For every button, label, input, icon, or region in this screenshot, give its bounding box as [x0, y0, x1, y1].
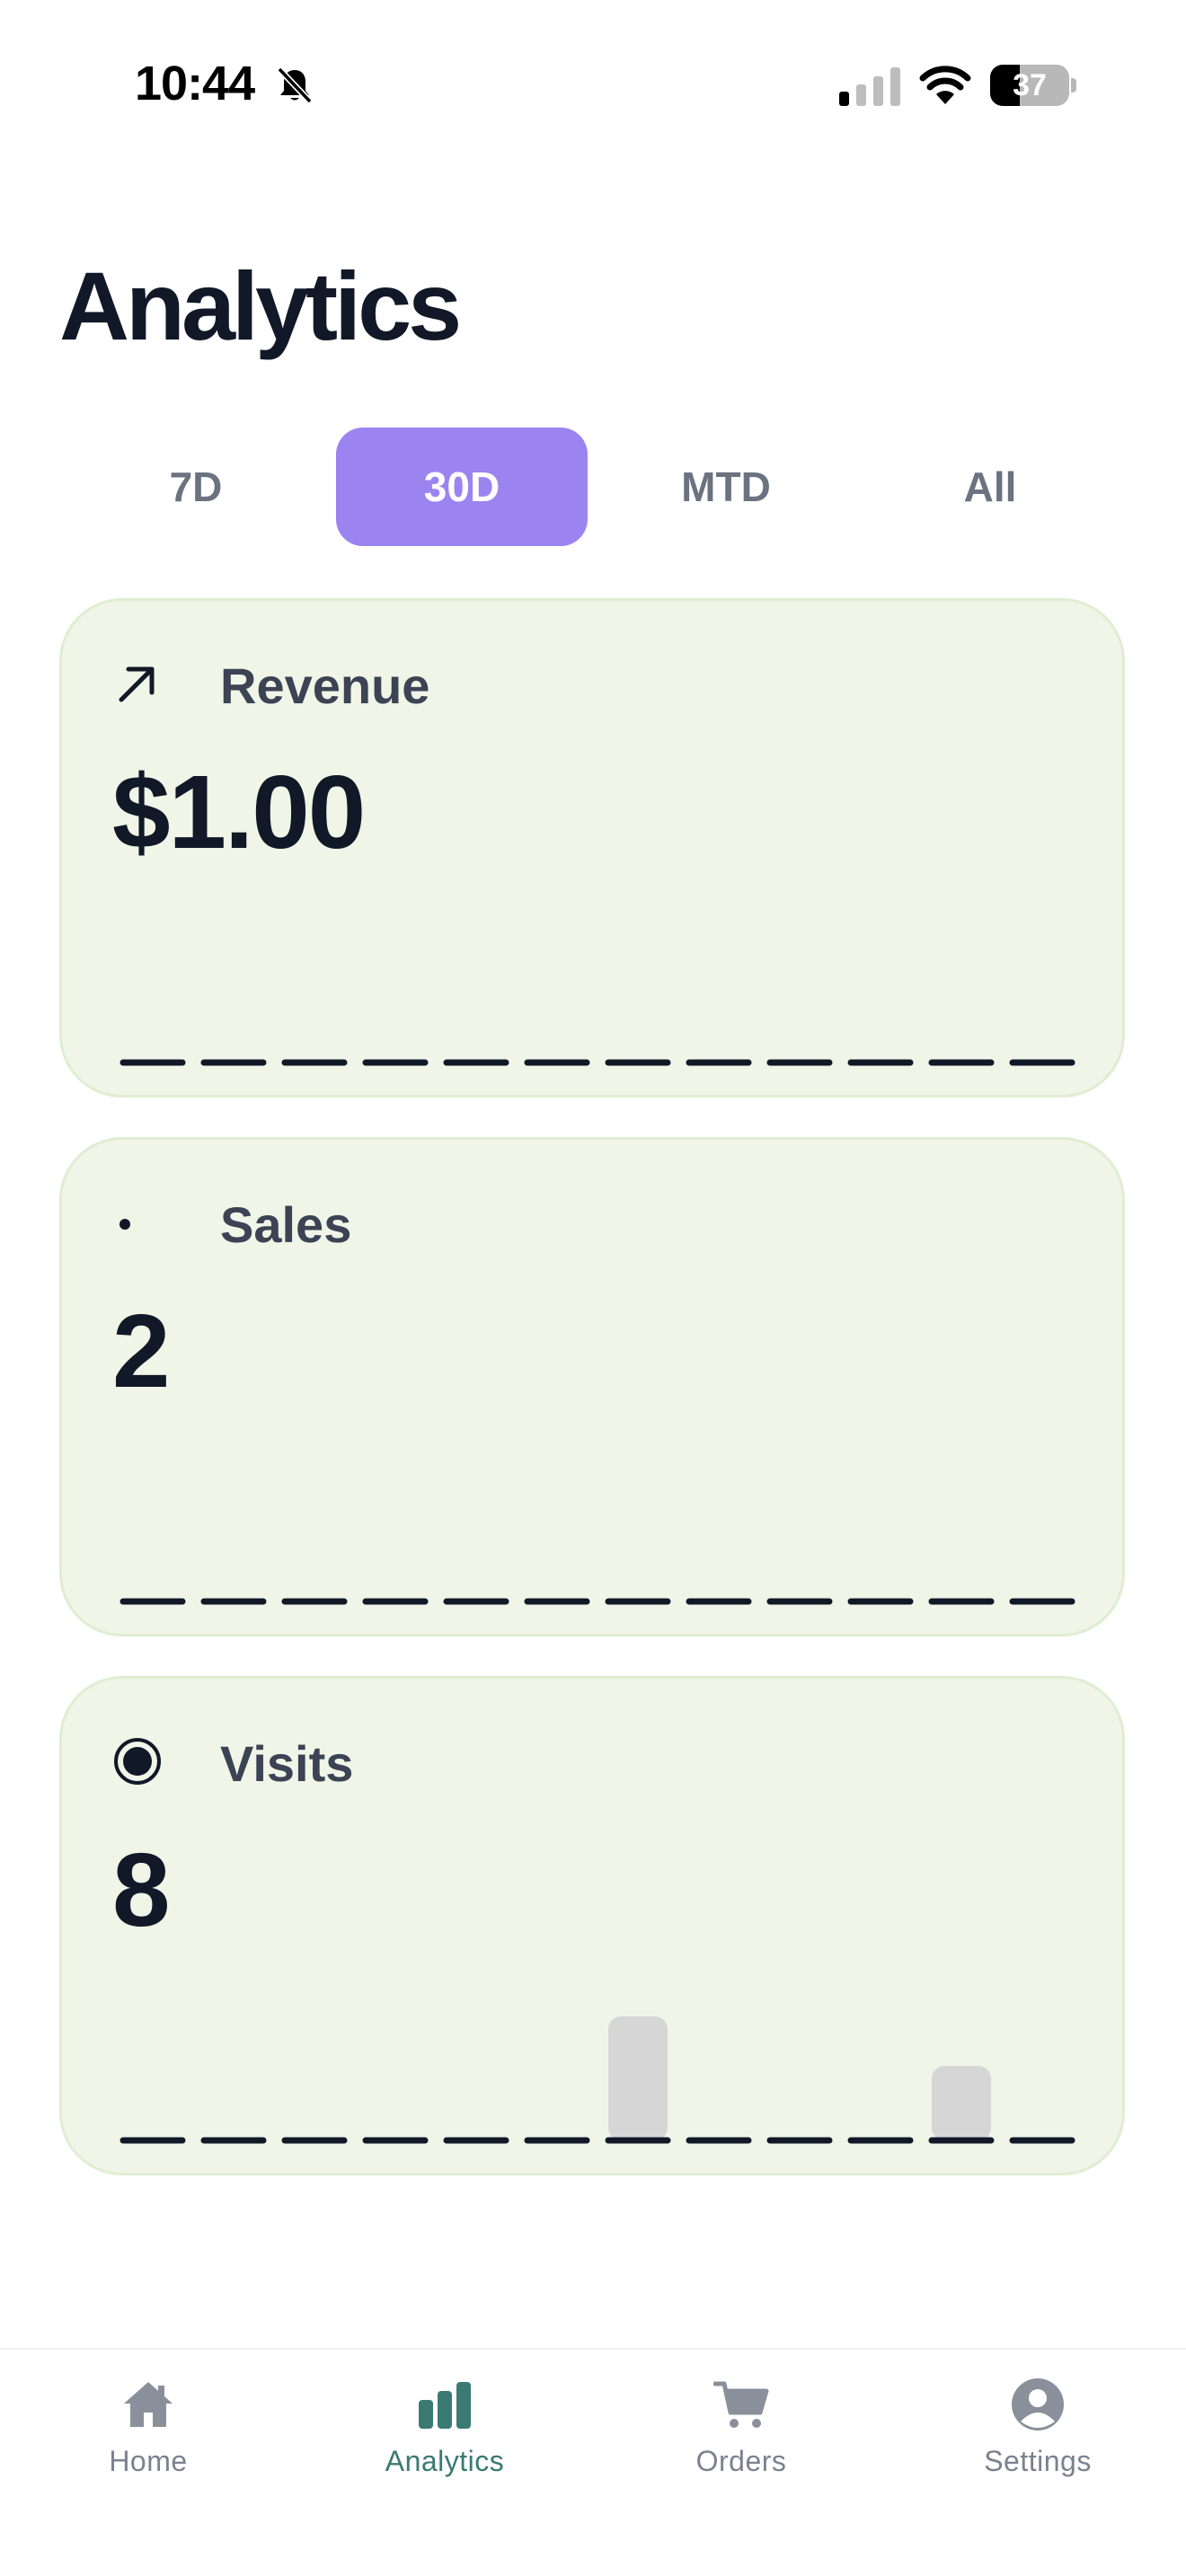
sales-label: Sales — [220, 1196, 352, 1253]
revenue-value: $1.00 — [112, 754, 366, 870]
nav-label-settings: Settings — [984, 2445, 1092, 2477]
bottom-nav: Home Analytics Orders Settings — [0, 2348, 1186, 2576]
battery-level: 37 — [1013, 68, 1047, 102]
bell-muted-icon — [277, 66, 313, 104]
cart-icon — [713, 2381, 769, 2428]
nav-item-settings[interactable]: Settings — [890, 2350, 1186, 2576]
chart-bar — [608, 2016, 668, 2140]
revenue-label: Revenue — [220, 657, 430, 714]
nav-item-home[interactable]: Home — [0, 2350, 296, 2576]
wifi-icon — [919, 66, 971, 104]
dot-icon — [119, 1219, 130, 1230]
nav-item-orders[interactable]: Orders — [593, 2350, 890, 2576]
visits-card[interactable]: Visits 8 — [59, 1676, 1125, 2175]
radio-target-icon — [114, 1738, 161, 1785]
cellular-signal-icon — [839, 67, 900, 106]
sales-spark-chart — [119, 1598, 1075, 1605]
status-bar: 10:44 37 — [0, 0, 1186, 171]
tab-all[interactable]: All — [864, 428, 1116, 546]
home-icon — [124, 2382, 173, 2427]
revenue-spark-chart — [119, 1059, 1075, 1066]
nav-label-analytics: Analytics — [385, 2445, 505, 2477]
tab-30d[interactable]: 30D — [336, 428, 588, 546]
battery-indicator: 37 — [990, 65, 1076, 106]
visits-spark-chart — [119, 2016, 1075, 2144]
revenue-card[interactable]: Revenue $1.00 — [59, 598, 1125, 1098]
nav-label-orders: Orders — [695, 2445, 787, 2477]
nav-item-analytics[interactable]: Analytics — [296, 2350, 593, 2576]
page-title: Analytics — [59, 251, 462, 360]
range-tabs: 7D 30D MTD All — [66, 428, 1120, 546]
tab-mtd[interactable]: MTD — [600, 428, 852, 546]
arrow-up-right-icon — [119, 666, 155, 702]
visits-value: 8 — [112, 1831, 171, 1948]
nav-label-home: Home — [109, 2445, 188, 2477]
visits-label: Visits — [220, 1735, 354, 1792]
sales-card[interactable]: Sales 2 — [59, 1137, 1125, 1636]
tab-7d[interactable]: 7D — [70, 428, 322, 546]
sales-value: 2 — [112, 1292, 171, 1409]
bar-chart-icon — [419, 2382, 471, 2429]
chart-bar — [932, 2066, 991, 2140]
user-circle-icon — [1012, 2378, 1064, 2430]
status-time: 10:44 — [135, 57, 255, 110]
